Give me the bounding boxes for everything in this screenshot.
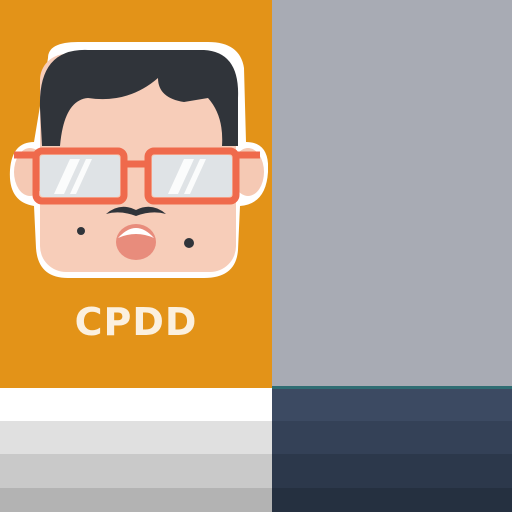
dark-stripe [272, 488, 512, 512]
gray-panel [272, 0, 512, 388]
dark-stripe [272, 454, 512, 488]
dark-stripe [272, 389, 512, 421]
mole-right [184, 238, 194, 248]
light-stripe [0, 454, 272, 488]
cartoon-face-with-glasses-icon [9, 42, 268, 278]
light-stripe [0, 488, 272, 512]
brand-name: CPDD [74, 300, 198, 344]
light-stripe [0, 388, 272, 421]
mole-left [77, 227, 85, 235]
app-icon: CPDD [0, 0, 512, 512]
light-stripe [0, 421, 272, 454]
dark-stripe [272, 421, 512, 454]
